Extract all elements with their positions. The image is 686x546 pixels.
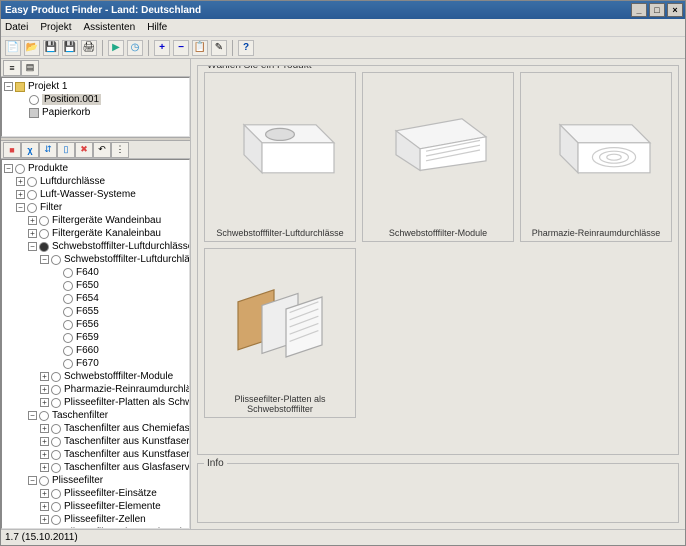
panel-btn[interactable]: ▤ xyxy=(21,60,39,76)
left-column: ≡ ▤ −Projekt 1 Position.001 Papierkorb ■… xyxy=(1,59,191,529)
copy-icon[interactable]: 📋 xyxy=(192,40,208,56)
product-panel-toolbar: ■ χ ⇵ ▯ ✖ ↶ ⋮ xyxy=(1,141,190,159)
separator xyxy=(102,40,103,56)
panel-btn[interactable]: ■ xyxy=(3,142,21,158)
open-icon[interactable]: 📂 xyxy=(24,40,40,56)
window-title: Easy Product Finder - Land: Deutschland xyxy=(5,5,629,16)
panel-btn[interactable]: ≡ xyxy=(3,60,21,76)
statusbar: 1.7 (15.10.2011) xyxy=(1,529,685,545)
separator xyxy=(148,40,149,56)
menu-help[interactable]: Hilfe xyxy=(147,22,167,33)
menu-assistants[interactable]: Assistenten xyxy=(83,22,135,33)
remove-icon[interactable]: − xyxy=(173,40,189,56)
product-image xyxy=(205,73,355,225)
save-icon[interactable]: 💾 xyxy=(43,40,59,56)
product-caption: Schwebstofffilter-Module xyxy=(386,225,490,241)
picker-legend: Wählen Sie ein Produkt xyxy=(204,65,315,71)
product-card[interactable]: Schwebstofffilter-Luftdurchlässe xyxy=(204,72,356,242)
help-icon[interactable]: ? xyxy=(238,40,254,56)
tree-row: Papierkorb xyxy=(4,106,187,119)
product-grid: Schwebstofffilter-Luftdurchlässe Schwebs… xyxy=(204,72,672,418)
info-panel: Info xyxy=(197,463,679,523)
product-tree[interactable]: −Produkte +Luftdurchlässe +Luft-Wasser-S… xyxy=(1,159,190,529)
tree-row: −Projekt 1 xyxy=(4,80,187,93)
edit-icon[interactable]: ✎ xyxy=(211,40,227,56)
product-image xyxy=(521,73,671,225)
project-panel-toolbar: ≡ ▤ xyxy=(1,59,190,77)
print-icon[interactable]: 🖨 xyxy=(81,40,97,56)
run-icon[interactable]: ▶ xyxy=(108,40,124,56)
panel-btn[interactable]: ⋮ xyxy=(111,142,129,158)
minimize-button[interactable]: _ xyxy=(631,3,647,17)
info-legend: Info xyxy=(204,458,227,469)
panel-btn[interactable]: ↶ xyxy=(93,142,111,158)
product-caption: Schwebstofffilter-Luftdurchlässe xyxy=(213,225,346,241)
panel-btn[interactable]: χ xyxy=(21,142,39,158)
add-icon[interactable]: + xyxy=(154,40,170,56)
panel-btn[interactable]: ✖ xyxy=(75,142,93,158)
product-card[interactable]: Plisseefilter-Platten als Schwebstofffil… xyxy=(204,248,356,418)
right-column: Wählen Sie ein Produkt Schwebstofffilter… xyxy=(191,59,685,529)
product-image xyxy=(205,249,355,391)
product-image xyxy=(363,73,513,225)
product-picker: Wählen Sie ein Produkt Schwebstofffilter… xyxy=(197,65,679,455)
node-icon xyxy=(29,95,39,105)
product-card[interactable]: Pharmazie-Reinraumdurchlässe xyxy=(520,72,672,242)
folder-icon xyxy=(15,82,25,92)
product-caption: Pharmazie-Reinraumdurchlässe xyxy=(529,225,664,241)
panel-btn[interactable]: ▯ xyxy=(57,142,75,158)
status-text: 1.7 (15.10.2011) xyxy=(5,532,78,543)
body: ≡ ▤ −Projekt 1 Position.001 Papierkorb ■… xyxy=(1,59,685,529)
titlebar: Easy Product Finder - Land: Deutschland … xyxy=(1,1,685,19)
tree-row: Position.001 xyxy=(4,93,187,106)
tool-icon[interactable]: ◷ xyxy=(127,40,143,56)
bin-icon xyxy=(29,108,39,118)
maximize-button[interactable]: □ xyxy=(649,3,665,17)
save-icon[interactable]: 💾 xyxy=(62,40,78,56)
close-button[interactable]: × xyxy=(667,3,683,17)
separator xyxy=(232,40,233,56)
project-tree[interactable]: −Projekt 1 Position.001 Papierkorb xyxy=(1,77,190,137)
panel-btn[interactable]: ⇵ xyxy=(39,142,57,158)
new-icon[interactable]: 📄 xyxy=(5,40,21,56)
menu-project[interactable]: Projekt xyxy=(40,22,71,33)
app-window: Easy Product Finder - Land: Deutschland … xyxy=(0,0,686,546)
menu-file[interactable]: Datei xyxy=(5,22,28,33)
product-card[interactable]: Schwebstofffilter-Module xyxy=(362,72,514,242)
toolbar: 📄 📂 💾 💾 🖨 ▶ ◷ + − 📋 ✎ ? xyxy=(1,37,685,59)
product-caption: Plisseefilter-Platten als Schwebstofffil… xyxy=(205,391,355,417)
menubar: Datei Projekt Assistenten Hilfe xyxy=(1,19,685,37)
